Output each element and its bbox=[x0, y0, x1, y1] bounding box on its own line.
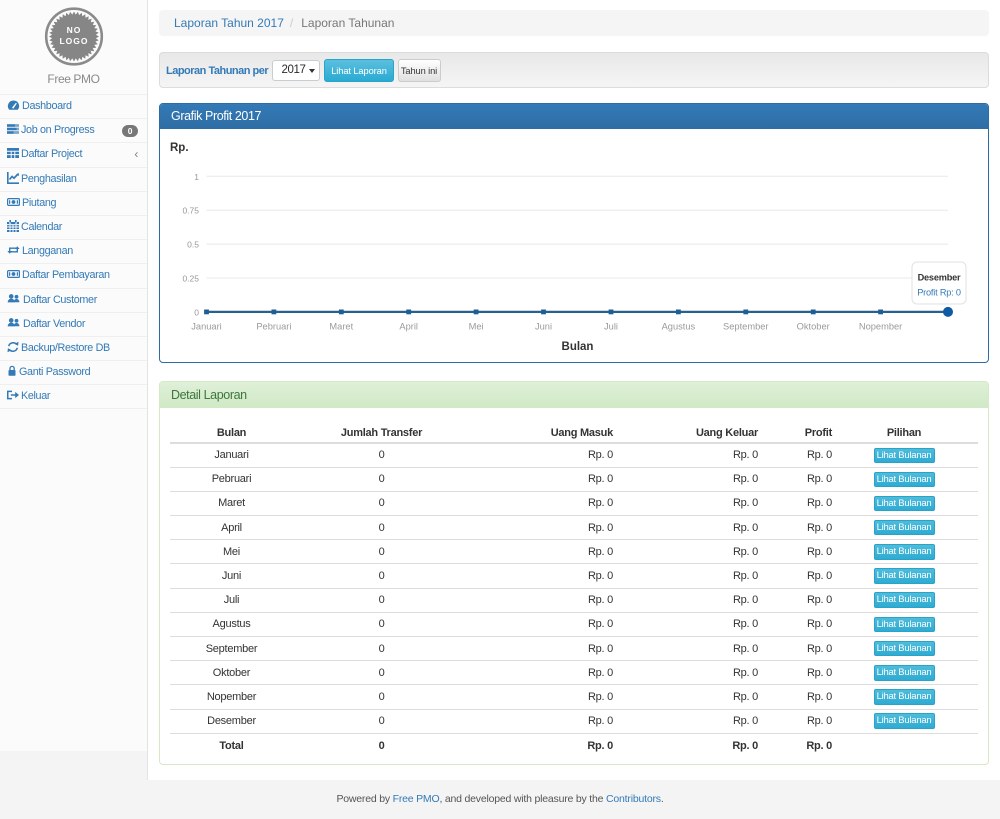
svg-text:Pebruari: Pebruari bbox=[256, 322, 291, 332]
svg-text:Desember: Desember bbox=[918, 273, 961, 283]
svg-text:0: 0 bbox=[194, 307, 199, 317]
svg-text:Oktober: Oktober bbox=[797, 322, 830, 332]
svg-text:April: April bbox=[399, 322, 418, 332]
svg-text:Mei: Mei bbox=[469, 322, 484, 332]
svg-text:NO: NO bbox=[66, 25, 81, 35]
svg-text:Agustus: Agustus bbox=[662, 322, 696, 332]
svg-text:0.25: 0.25 bbox=[182, 274, 199, 284]
svg-text:September: September bbox=[723, 322, 768, 332]
svg-text:Juli: Juli bbox=[604, 322, 618, 332]
svg-text:Juni: Juni bbox=[535, 322, 552, 332]
svg-text:1: 1 bbox=[194, 172, 199, 182]
svg-text:LOGO: LOGO bbox=[59, 36, 88, 46]
svg-text:Profit Rp: 0: Profit Rp: 0 bbox=[917, 288, 961, 298]
svg-text:Nopember: Nopember bbox=[859, 322, 902, 332]
svg-text:Maret: Maret bbox=[329, 322, 353, 332]
svg-text:0.5: 0.5 bbox=[187, 240, 199, 250]
svg-text:0.75: 0.75 bbox=[182, 206, 199, 216]
svg-text:Januari: Januari bbox=[191, 322, 222, 332]
